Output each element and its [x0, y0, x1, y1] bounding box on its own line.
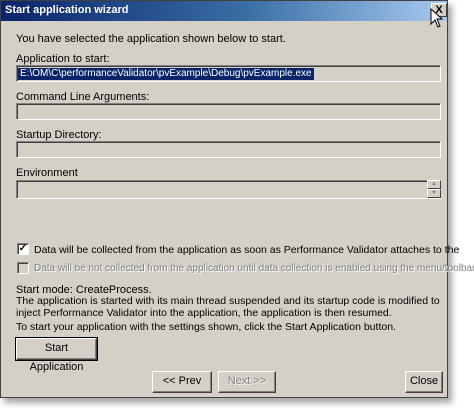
start-application-wizard-dialog: Start application wizard X You have sele…: [0, 0, 474, 398]
startup-directory-field[interactable]: [16, 141, 441, 158]
startup-directory-label: Startup Directory:: [16, 129, 102, 141]
instructions-text: To start your application with the setti…: [16, 321, 396, 333]
collect-on-enable-label: Data will be not collected from the appl…: [34, 263, 474, 274]
application-path-value: E:\OM\C\performanceValidator\pvExample\D…: [18, 68, 314, 80]
command-line-arguments-field[interactable]: [16, 103, 441, 120]
close-button[interactable]: Close: [405, 371, 443, 393]
collect-on-attach-label: Data will be collected from the applicat…: [34, 244, 460, 256]
start-application-button[interactable]: Start Application: [15, 337, 98, 373]
environment-label: Environment: [16, 167, 78, 179]
intro-text: You have selected the application shown …: [16, 33, 286, 45]
application-to-start-label: Application to start:: [16, 53, 110, 65]
start-mode-description: The application is started with its main…: [16, 295, 440, 319]
dialog-title: Start application wizard: [5, 4, 129, 16]
environment-field[interactable]: [16, 180, 441, 199]
command-line-arguments-label: Command Line Arguments:: [16, 91, 150, 103]
next-button: Next >>: [218, 371, 276, 393]
collect-on-attach-checkbox[interactable]: ✓: [17, 243, 29, 255]
mouse-cursor-icon: [430, 8, 444, 28]
collect-on-enable-checkbox: [17, 262, 29, 274]
environment-scroll-up-icon[interactable]: ▲: [427, 180, 441, 189]
environment-scroll-down-icon[interactable]: ▼: [427, 189, 441, 198]
prev-button[interactable]: << Prev: [152, 371, 212, 393]
title-bar[interactable]: Start application wizard: [1, 1, 447, 21]
